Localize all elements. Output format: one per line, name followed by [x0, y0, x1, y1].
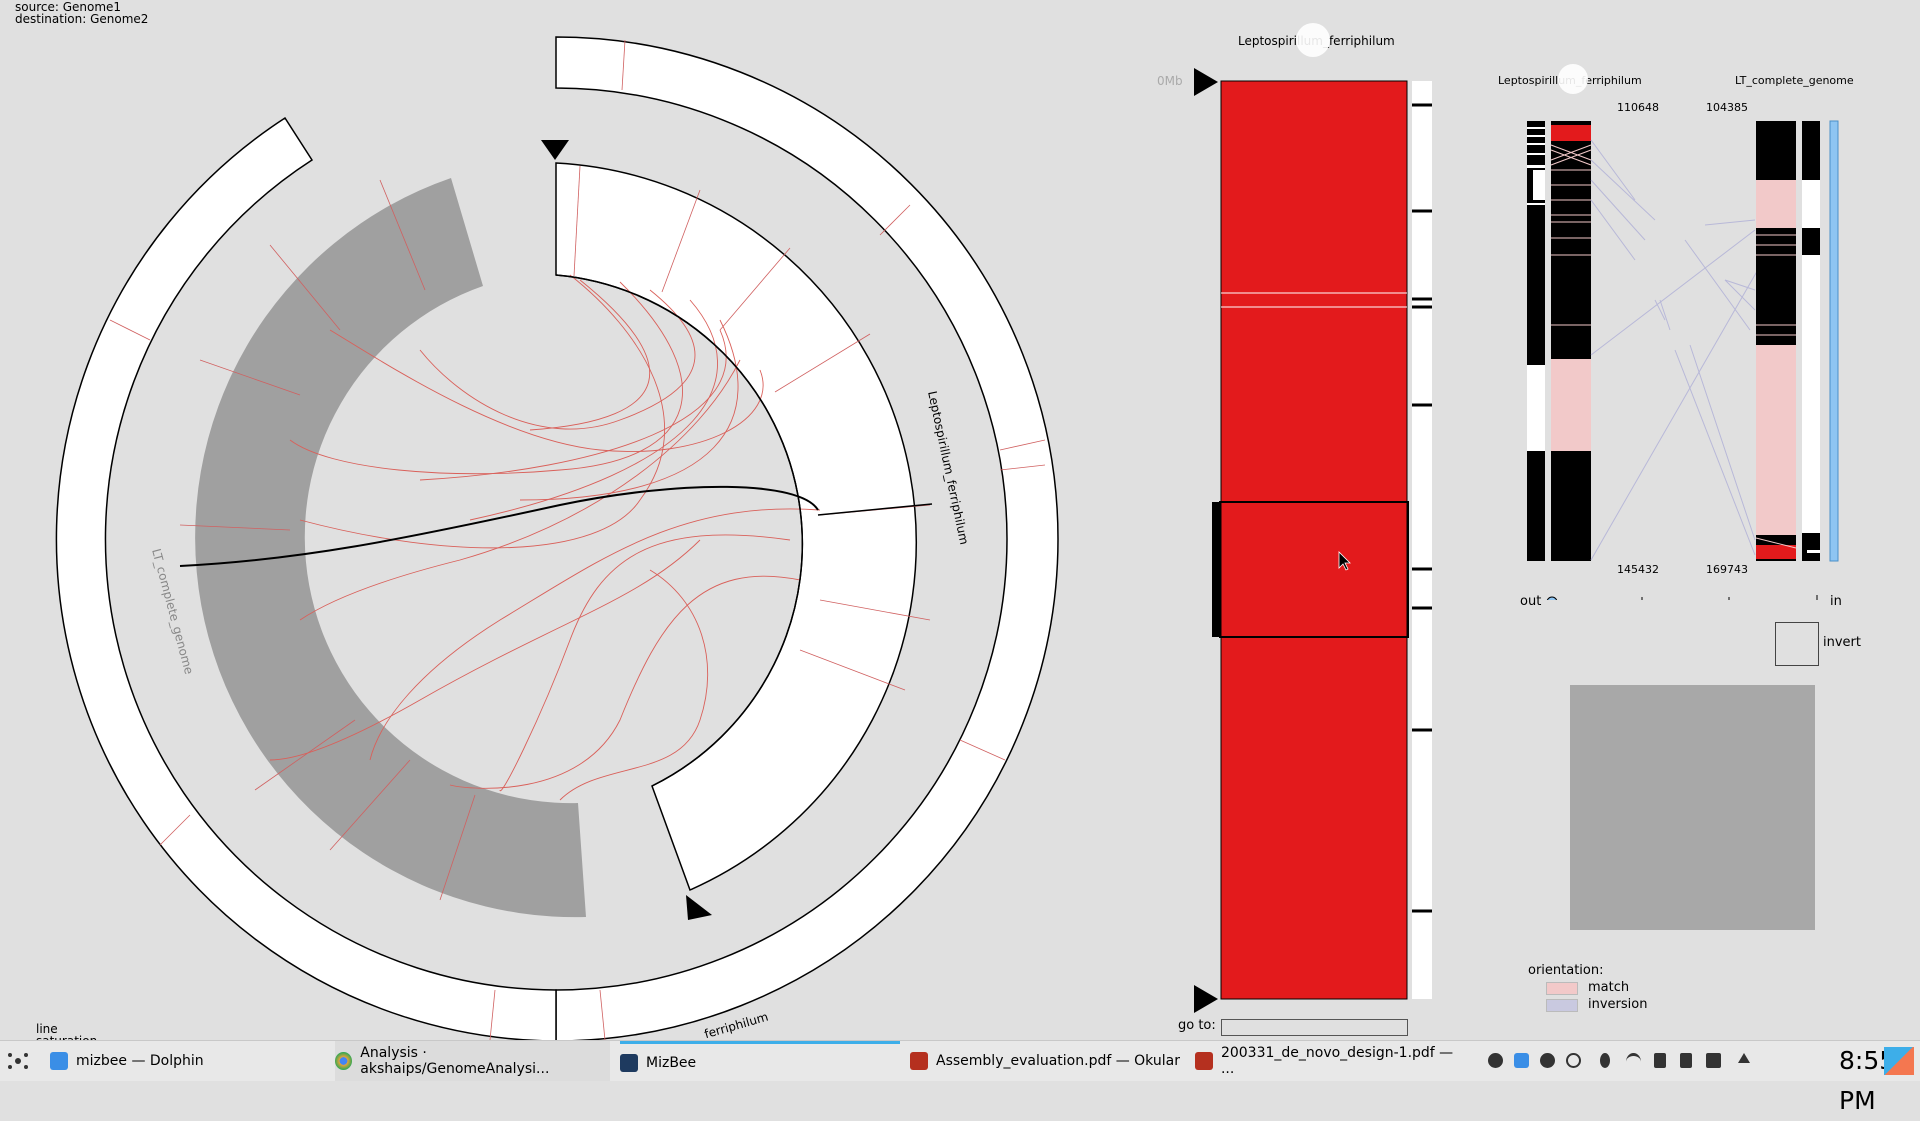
detail-match-block — [1756, 180, 1796, 228]
detail-track-mark — [1802, 238, 1820, 243]
orientation-title: orientation: — [1528, 963, 1604, 978]
media-icon[interactable] — [1488, 1053, 1503, 1068]
bluetooth-icon[interactable] — [1600, 1053, 1610, 1068]
dropbox-icon[interactable] — [1566, 1053, 1581, 1068]
detail-match-block — [1551, 359, 1591, 451]
updates-icon[interactable] — [1540, 1053, 1555, 1068]
task-label: mizbee — Dolphin — [76, 1053, 204, 1069]
volume-icon[interactable] — [1706, 1053, 1721, 1068]
lock-icon[interactable] — [1654, 1053, 1666, 1068]
task-label: MizBee — [646, 1054, 697, 1071]
invert-label: invert — [1823, 635, 1861, 650]
notes-icon[interactable] — [1514, 1053, 1529, 1068]
detail-track-mark — [1807, 550, 1820, 553]
detail-track-gap — [1527, 365, 1545, 451]
detail-track-mark — [1802, 535, 1820, 561]
legend-match-swatch — [1546, 982, 1578, 995]
goto-label: go to: — [1178, 1018, 1216, 1033]
circular-genome-view[interactable]: Leptospirillum_ferriphilum LT_complete_g… — [0, 0, 1120, 1040]
ring-start-marker[interactable] — [541, 140, 569, 160]
app-launcher-icon[interactable] — [6, 1049, 30, 1073]
scale-top-marker[interactable] — [1194, 68, 1218, 96]
clipboard-icon[interactable] — [1680, 1053, 1692, 1068]
ruler-bar — [1412, 81, 1432, 999]
legend-match-label: match — [1588, 980, 1630, 995]
zoom-in-label: in — [1830, 594, 1842, 609]
task-dolphin[interactable]: mizbee — Dolphin — [50, 1041, 325, 1081]
scale-bottom-marker[interactable] — [1194, 985, 1218, 1013]
task-okular-1[interactable]: Assembly_evaluation.pdf — Okular — [910, 1041, 1185, 1081]
zoom-out-label: out — [1520, 594, 1542, 609]
detail-match-red — [1551, 125, 1591, 141]
detail-match-red — [1756, 545, 1796, 559]
wifi-icon[interactable] — [1626, 1053, 1641, 1071]
ring-end-marker[interactable] — [686, 895, 712, 920]
overview-panel[interactable] — [1570, 685, 1815, 930]
chromosome-view[interactable] — [1150, 0, 1450, 1040]
legend-inversion-label: inversion — [1588, 997, 1648, 1012]
detail-track-gap — [1802, 255, 1820, 533]
detail-inversion-links — [1590, 139, 1776, 561]
detail-track-gap — [1802, 180, 1820, 228]
goto-input[interactable] — [1221, 1019, 1408, 1036]
chrome-icon — [335, 1052, 353, 1070]
task-label: 200331_de_novo_design-1.pdf — ... — [1220, 1045, 1454, 1077]
detail-track-mark — [1802, 245, 1820, 250]
task-label: Assembly_evaluation.pdf — Okular — [936, 1053, 1180, 1069]
invert-checkbox[interactable] — [1775, 622, 1819, 666]
zoom-slider-handle[interactable] — [1546, 596, 1558, 600]
inner-ring-leptospirillum[interactable] — [555, 162, 917, 892]
task-chrome[interactable]: Analysis · akshaips/GenomeAnalysi... — [335, 1041, 610, 1081]
taskbar: mizbee — Dolphin Analysis · akshaips/Gen… — [0, 1040, 1920, 1115]
tray-expand-icon[interactable] — [1738, 1053, 1750, 1063]
detail-view[interactable] — [1495, 0, 1920, 600]
ring-label-right: Leptospirillum_ferriphilum — [925, 390, 971, 546]
show-desktop-icon[interactable] — [1884, 1047, 1914, 1075]
detail-scrollbar[interactable] — [1829, 120, 1839, 562]
folder-icon — [50, 1052, 68, 1070]
inner-ring-lt-genome[interactable] — [195, 178, 587, 918]
detail-match-block — [1756, 345, 1796, 535]
okular-icon — [910, 1052, 928, 1070]
chromosome-block[interactable] — [1220, 80, 1408, 1000]
processing-icon — [620, 1053, 638, 1072]
task-label: Analysis · akshaips/GenomeAnalysi... — [360, 1045, 550, 1077]
selection-handle[interactable] — [1212, 502, 1220, 637]
task-mizbee[interactable]: MizBee — [620, 1041, 900, 1081]
task-okular-2[interactable]: 200331_de_novo_design-1.pdf — ... — [1195, 1041, 1470, 1081]
legend-inversion-swatch — [1546, 999, 1578, 1012]
detail-track-left-inner — [1551, 121, 1591, 561]
okular-icon — [1195, 1052, 1213, 1070]
